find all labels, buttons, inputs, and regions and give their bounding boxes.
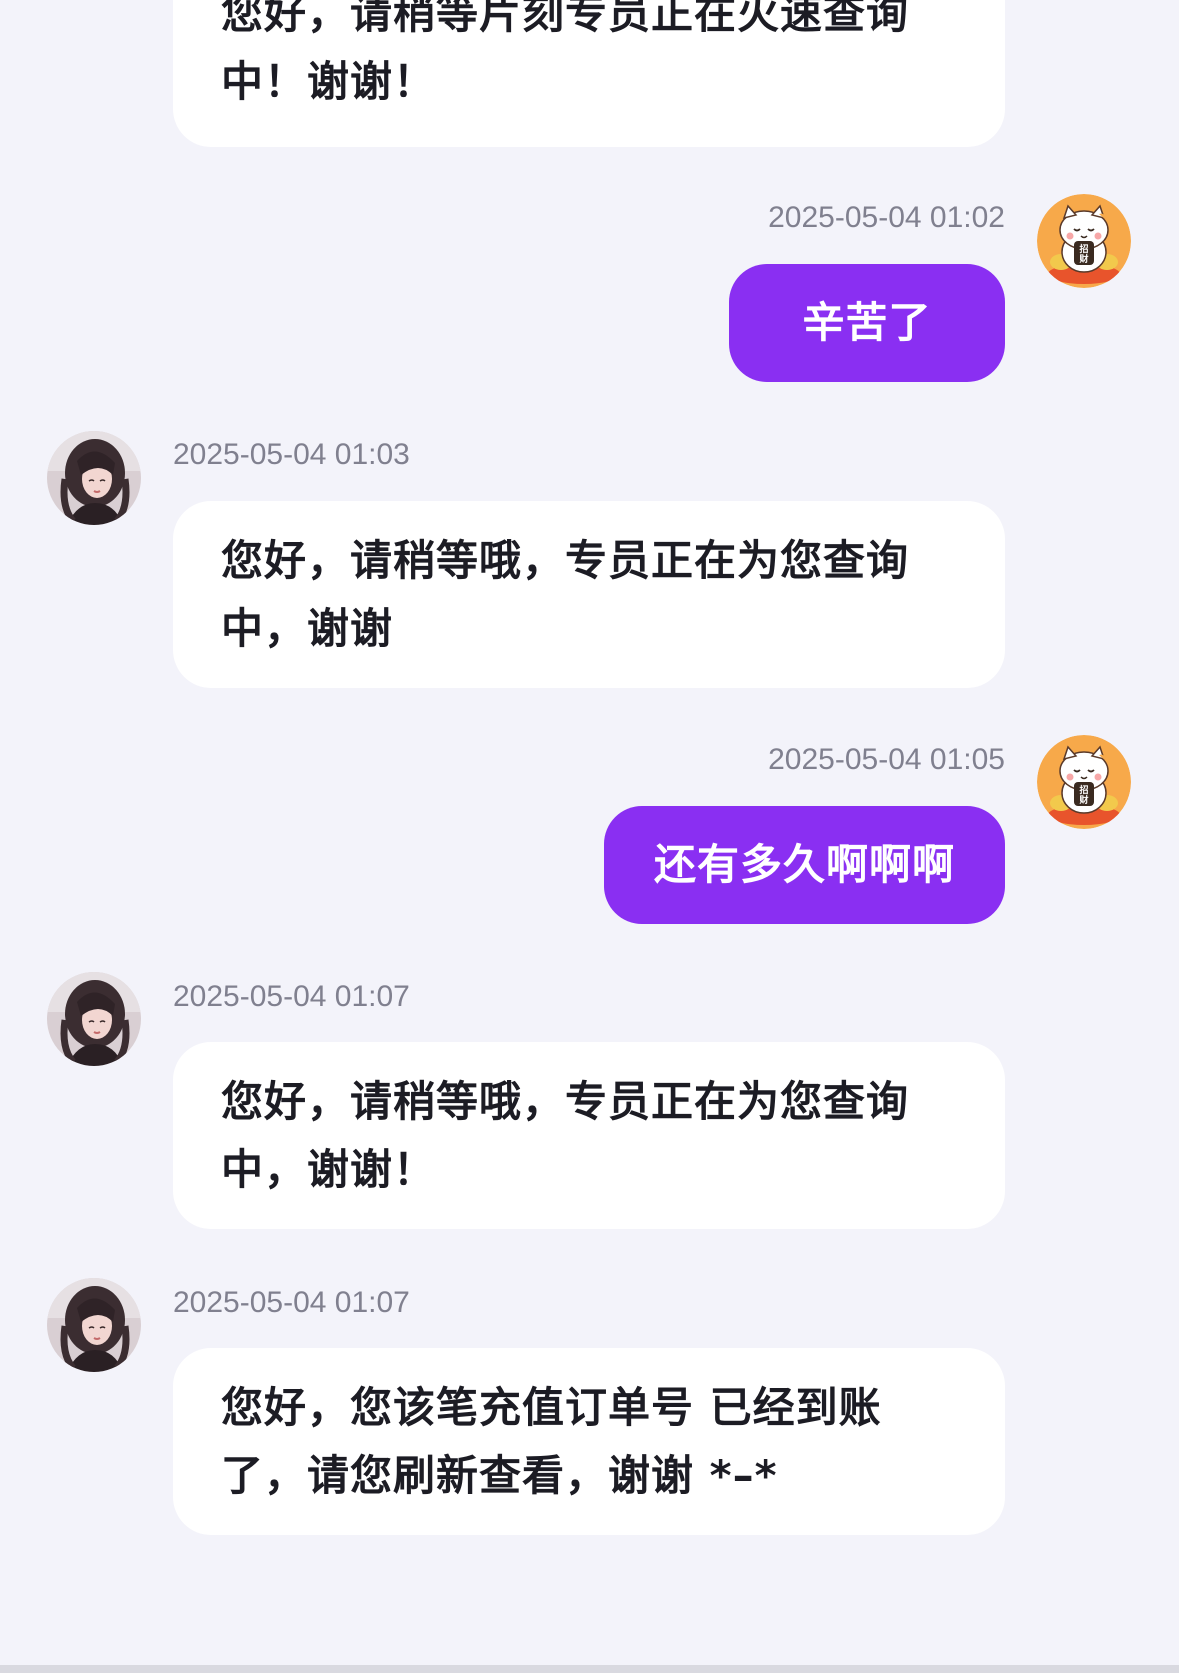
svg-text:招: 招 [1079,784,1088,796]
user-avatar[interactable]: 招 财 [1037,194,1131,288]
message-timestamp: 2025-05-04 01:07 [173,980,410,1013]
message-text-line: 您好，请稍等哦，专员正在为您查询 [221,1077,910,1126]
agent-avatar[interactable] [47,431,141,525]
svg-text:财: 财 [1078,794,1088,806]
svg-text:招: 招 [1079,243,1088,255]
agent-photo-icon [47,431,141,525]
message-text-line: 中，谢谢！ [221,1145,437,1194]
incoming-message-bubble[interactable]: 您好，请稍等哦，专员正在为您查询 中，谢谢！ [173,1042,1005,1229]
incoming-message-bubble[interactable]: 您好，请稍等哦，专员正在为您查询 中，谢谢 [173,501,1005,688]
outgoing-message-bubble[interactable]: 辛苦了 [729,264,1005,382]
message-timestamp: 2025-05-04 01:03 [173,438,410,471]
chat-message-list[interactable]: 您好，请稍等片刻专员正在火速查询 中！谢谢！ 2025-05-04 01:02 … [0,0,1179,1665]
incoming-message-bubble[interactable]: 您好，请稍等片刻专员正在火速查询 中！谢谢！ [173,0,1005,147]
message-timestamp: 2025-05-04 01:05 [768,743,1005,776]
lucky-cat-icon: 招 财 [1037,735,1131,829]
message-text-line: 您好，您该笔充值订单号 已经到账 [221,1383,882,1432]
message-text-line: 中，谢谢 [221,604,394,653]
svg-text:财: 财 [1078,253,1088,265]
agent-photo-icon [47,1278,141,1372]
message-text-line: 您好，请稍等哦，专员正在为您查询 [221,536,910,585]
agent-photo-icon [47,972,141,1066]
lucky-cat-icon: 招 财 [1037,194,1131,288]
incoming-message-bubble[interactable]: 您好，您该笔充值订单号 已经到账 了，请您刷新查看，谢谢 *–* [173,1348,1005,1535]
message-timestamp: 2025-05-04 01:02 [768,201,1005,234]
user-avatar[interactable]: 招 财 [1037,735,1131,829]
bottom-divider [0,1665,1179,1673]
message-text-line: 您好，请稍等片刻专员正在火速查询 [221,0,910,38]
message-text-line: 中！谢谢！ [221,57,437,106]
agent-avatar[interactable] [47,972,141,1066]
message-text-line: 还有多久啊啊啊 [653,840,955,889]
agent-avatar[interactable] [47,1278,141,1372]
message-text-line: 辛苦了 [802,298,932,347]
outgoing-message-bubble[interactable]: 还有多久啊啊啊 [604,806,1005,924]
message-timestamp: 2025-05-04 01:07 [173,1286,410,1319]
message-text-line: 了，请您刷新查看，谢谢 *–* [221,1451,778,1500]
